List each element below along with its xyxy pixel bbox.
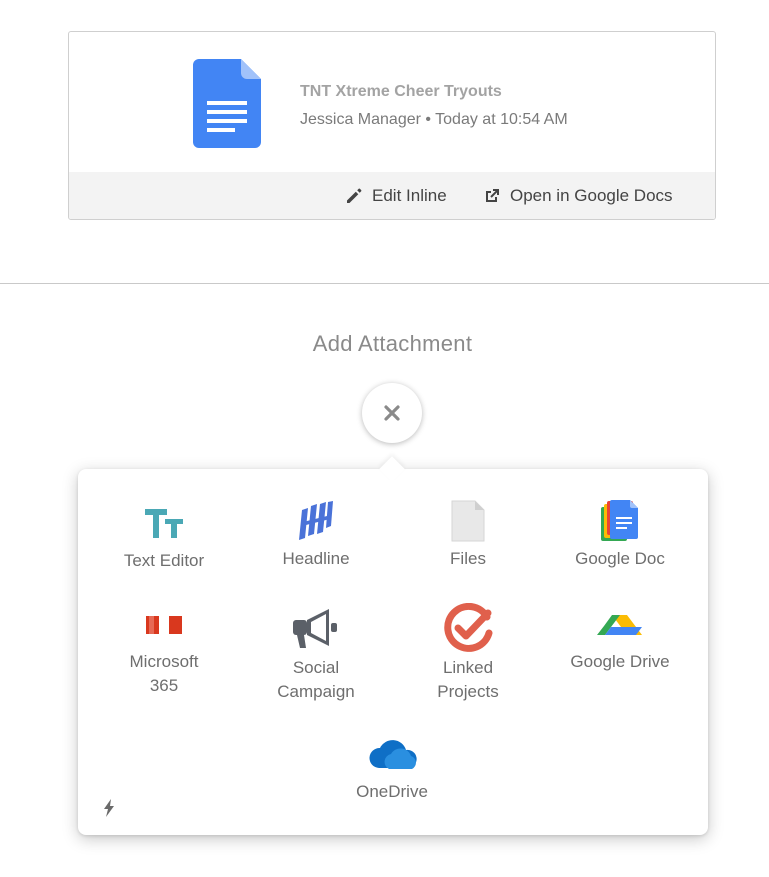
files-option[interactable]: Files — [392, 497, 544, 571]
google-doc-option[interactable]: Google Doc — [544, 497, 696, 571]
headline-option[interactable]: Headline — [240, 497, 392, 571]
megaphone-icon — [293, 609, 337, 648]
file-icon — [451, 500, 485, 542]
pencil-icon — [347, 188, 362, 203]
attachment-options-popover: Text Editor Headline Files Google Doc Mi… — [78, 456, 708, 835]
microsoft-365-icon — [146, 616, 182, 634]
close-icon — [384, 405, 400, 421]
microsoft-365-option[interactable]: Microsoft 365 — [88, 602, 240, 698]
option-label: Google Drive — [570, 652, 670, 671]
headline-icon — [299, 501, 333, 540]
google-doc-icon — [601, 500, 638, 541]
option-label: Google Doc — [575, 549, 665, 568]
onedrive-icon — [369, 740, 417, 769]
option-label: Social Campaign — [277, 658, 355, 701]
edit-inline-button[interactable]: Edit Inline — [344, 172, 447, 219]
linked-projects-icon — [444, 603, 493, 652]
open-in-google-docs-button[interactable]: Open in Google Docs — [482, 172, 673, 219]
onedrive-option[interactable]: OneDrive — [316, 732, 468, 804]
linked-projects-option[interactable]: Linked Projects — [392, 602, 544, 704]
document-meta: Jessica Manager • Today at 10:54 AM — [300, 111, 568, 128]
option-label: Text Editor — [123, 551, 205, 570]
social-campaign-option[interactable]: Social Campaign — [240, 602, 392, 704]
option-label: Files — [450, 549, 486, 568]
open-in-google-docs-label: Open in Google Docs — [510, 185, 673, 205]
option-label: Headline — [282, 549, 350, 568]
text-editor-icon — [145, 509, 183, 538]
attachment-card: TNT Xtreme Cheer Tryouts Jessica Manager… — [68, 31, 716, 220]
close-attachment-menu-button[interactable] — [362, 383, 422, 443]
section-divider — [0, 283, 769, 284]
google-drive-icon — [597, 615, 642, 635]
option-label: Microsoft 365 — [129, 652, 199, 695]
option-label: Linked Projects — [437, 658, 499, 701]
add-attachment-title: Add Attachment — [312, 331, 473, 356]
attachment-card-footer: Edit Inline Open in Google Docs — [69, 172, 715, 219]
text-editor-option[interactable]: Text Editor — [88, 499, 240, 573]
external-link-icon — [486, 188, 499, 202]
option-label: OneDrive — [356, 782, 428, 801]
lightning-icon[interactable] — [102, 799, 116, 817]
google-drive-option[interactable]: Google Drive — [544, 602, 696, 674]
document-title[interactable]: TNT Xtreme Cheer Tryouts — [300, 83, 502, 101]
popover-arrow — [379, 456, 405, 482]
google-docs-file-icon — [193, 59, 261, 148]
edit-inline-label: Edit Inline — [372, 185, 447, 205]
